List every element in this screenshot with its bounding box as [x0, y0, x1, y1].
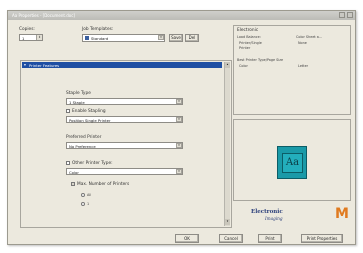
load-balance-label: Load Balance: [237, 35, 261, 39]
staple-position-value: Position Single Printer [69, 118, 111, 123]
printer-type-checkbox[interactable] [66, 161, 70, 165]
max-printers-count-label: 1 [87, 202, 90, 206]
preferred-printer-select[interactable]: No Preference ▾ [66, 142, 183, 149]
best-printer-value: Color [239, 64, 248, 68]
best-printer-label: Best Printer Type/Page Size [237, 58, 284, 62]
preferred-printer-label: Preferred Printer [66, 135, 102, 140]
ok-button[interactable]: OK [175, 234, 199, 243]
staple-position-select[interactable]: Position Single Printer ▾ [66, 116, 183, 123]
tree-header[interactable]: ▾ Printer Features [22, 62, 222, 68]
template-save-label: Save [171, 35, 181, 40]
print-button-label: Print [265, 236, 275, 241]
scroll-down-icon[interactable]: ▾ [225, 219, 230, 225]
copies-label: Copies: [19, 27, 35, 32]
status-title: Electronic [237, 28, 259, 33]
page-preview: Aa [277, 146, 307, 179]
page-size-value: Letter [298, 64, 309, 68]
template-delete-button[interactable]: Del [185, 34, 199, 42]
preview-panel: Aa [233, 119, 351, 201]
cancel-button-label: Cancel [224, 236, 238, 241]
collapse-icon[interactable]: ▾ [24, 62, 26, 67]
printer-type-select[interactable]: Color ▾ [66, 168, 183, 175]
job-templates-label: Job Templates: [82, 27, 114, 32]
preview-text: Aa [282, 153, 303, 173]
logo-mark: M [335, 206, 349, 222]
features-tree[interactable]: ▾ Printer Features ▴ ▾ Staple Type 1 Sta… [20, 60, 232, 228]
template-save-button[interactable]: Save [169, 34, 183, 42]
logo-text: Electronic [251, 209, 283, 215]
max-printers-count-radio[interactable] [81, 202, 85, 206]
max-printers-all-radio[interactable] [81, 193, 85, 197]
logo-subtext: Imaging [265, 216, 283, 221]
print-button[interactable]: Print [258, 234, 282, 243]
cancel-button[interactable]: Cancel [219, 234, 243, 243]
chevron-down-icon: ▾ [176, 117, 182, 122]
printer-type-label: Other Printer Type: [72, 161, 113, 166]
enable-stapling-label: Enable Stapling [72, 109, 106, 114]
enable-stapling-checkbox[interactable] [66, 109, 70, 113]
chevron-down-icon: ▾ [176, 143, 182, 148]
title-bar: Aa Properties - [Document.doc] [8, 11, 355, 20]
chevron-down-icon: ▾ [158, 35, 164, 40]
chevron-down-icon: ▾ [176, 99, 182, 104]
staple-type-label: Staple Type [66, 91, 91, 96]
copies-stepper[interactable]: 1 ⇕ [19, 34, 43, 41]
close-button[interactable] [347, 12, 353, 18]
printer-type-value: Color [69, 170, 79, 175]
printer-properties-label: Print Properties [306, 236, 338, 241]
load-balance-value: Printer/Single [239, 41, 262, 45]
staple-type-select[interactable]: 1 Staple ▾ [66, 98, 183, 105]
tree-header-label: Printer Features [29, 63, 60, 68]
scroll-up-icon[interactable]: ▴ [225, 62, 230, 68]
color-sheet-label: Color Sheet a... [296, 35, 323, 39]
max-printers-all-label: All [87, 193, 92, 197]
color-sheet-value: None [298, 41, 307, 45]
staple-type-value: 1 Staple [69, 100, 85, 105]
ok-button-label: OK [184, 236, 190, 241]
job-templates-select[interactable]: Standard ▾ [82, 34, 165, 42]
load-balance-value2: Printer [239, 46, 251, 50]
preferred-printer-value: No Preference [69, 144, 96, 149]
scrollbar[interactable]: ▴ ▾ [224, 62, 230, 226]
chevron-down-icon: ▾ [176, 169, 182, 174]
job-templates-value: Standard [91, 36, 109, 41]
copies-value: 1 [22, 36, 25, 41]
printer-properties-button[interactable]: Print Properties [301, 234, 343, 243]
status-panel: Electronic Load Balance: Printer/Single … [233, 25, 351, 115]
window-title: Aa Properties - [Document.doc] [12, 13, 75, 18]
properties-dialog: Aa Properties - [Document.doc] Copies: 1… [7, 10, 356, 245]
template-delete-label: Del [188, 35, 196, 40]
help-button[interactable] [339, 12, 345, 18]
template-icon [85, 36, 89, 40]
max-printers-checkbox[interactable] [71, 182, 75, 186]
max-printers-label: Max. Number of Printers [77, 182, 130, 187]
spin-arrows-icon[interactable]: ⇕ [36, 35, 42, 40]
